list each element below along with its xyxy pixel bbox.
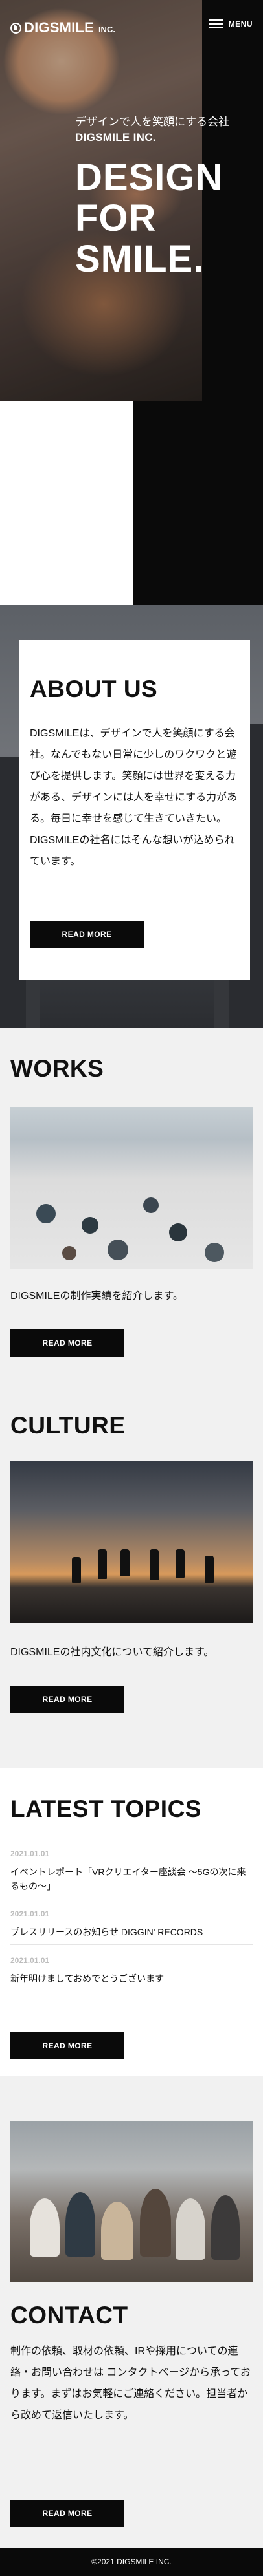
hero-section: DIGSMILE INC. MENU デザインで人を笑顔にする会社 DIGSMI… — [0, 0, 263, 605]
culture-title: CULTURE — [10, 1412, 126, 1439]
hamburger-icon — [209, 19, 223, 28]
works-read-more-button[interactable]: READ MORE — [10, 1329, 124, 1357]
contact-title: CONTACT — [10, 2302, 128, 2328]
works-title: WORKS — [10, 1055, 104, 1082]
contact-text: 制作の依頼、取材の依頼、IRや採用についての連絡・お問い合わせは コンタクトペー… — [10, 2346, 251, 2421]
works-photo — [10, 1107, 253, 1269]
hero-copy: デザインで人を笑顔にする会社 DIGSMILE INC. DESIGN FOR … — [75, 114, 263, 279]
topic-item[interactable]: 2021.01.01 プレスリリースのお知らせ DIGGIN' RECORDS — [10, 1909, 253, 1939]
person-figure — [82, 1217, 98, 1234]
hero-headline: DESIGN FOR SMILE. — [75, 157, 263, 279]
topic-title: プレスリリースのお知らせ DIGGIN' RECORDS — [10, 1927, 203, 1937]
divider — [10, 1944, 253, 1945]
person-figure — [108, 1240, 128, 1260]
menu-label: MENU — [228, 19, 253, 28]
logo-suffix: INC. — [98, 25, 115, 34]
about-read-more-button[interactable]: READ MORE — [30, 921, 144, 948]
hero-headline-line: DESIGN — [75, 156, 223, 199]
person-figure — [62, 1246, 76, 1260]
topic-item[interactable]: 2021.01.01 イベントレポート「VRクリエイター座談会 〜5Gの次に来る… — [10, 1849, 253, 1893]
culture-photo — [10, 1461, 253, 1623]
topic-title: イベントレポート「VRクリエイター座談会 〜5Gの次に来るもの〜」 — [10, 1867, 246, 1891]
menu-button[interactable]: MENU — [209, 19, 253, 28]
person-figure — [143, 1197, 159, 1213]
person-figure — [176, 2198, 205, 2260]
person-figure — [101, 2202, 133, 2260]
site-footer: ©2021 DIGSMILE INC. — [0, 2548, 263, 2576]
about-text: DIGSMILEは、デザインで人を笑顔にする会社。なんでもない日常に少しのワクワ… — [30, 728, 238, 867]
person-silhouette — [176, 1549, 185, 1578]
copyright-text: ©2021 DIGSMILE INC. — [91, 2557, 172, 2566]
topics-title: LATEST TOPICS — [10, 1796, 201, 1822]
site-header: DIGSMILE INC. MENU — [0, 0, 263, 56]
hero-tagline: デザインで人を笑顔にする会社 — [75, 116, 230, 128]
person-silhouette — [150, 1549, 159, 1580]
contact-photo — [10, 2121, 253, 2282]
about-card: ABOUT US DIGSMILEは、デザインで人を笑顔にする会社。なんでもない… — [19, 640, 250, 980]
person-silhouette — [72, 1557, 81, 1583]
site-logo[interactable]: DIGSMILE INC. — [10, 19, 115, 36]
topic-title: 新年明けましておめでとうございます — [10, 1973, 165, 1984]
culture-desc: DIGSMILEの社内文化について紹介します。 — [10, 1647, 214, 1658]
topics-read-more-button[interactable]: READ MORE — [10, 2032, 124, 2059]
person-figure — [205, 1243, 224, 1262]
about-title: ABOUT US — [30, 676, 158, 702]
hero-black-block — [133, 401, 263, 605]
topics-section: LATEST TOPICS 2021.01.01 イベントレポート「VRクリエイ… — [0, 1768, 263, 2076]
culture-read-more-button[interactable]: READ MORE — [10, 1686, 124, 1713]
contact-read-more-button[interactable]: READ MORE — [10, 2500, 124, 2527]
contact-section: CONTACT 制作の依頼、取材の依頼、IRや採用についての連絡・お問い合わせは… — [0, 2076, 263, 2548]
hero-company: DIGSMILE INC. — [75, 131, 156, 144]
person-figure — [211, 2195, 240, 2260]
topic-date: 2021.01.01 — [10, 1956, 50, 1965]
person-figure — [65, 2192, 95, 2257]
topic-item[interactable]: 2021.01.01 新年明けましておめでとうございます — [10, 1956, 253, 1986]
works-desc: DIGSMILEの制作実績を紹介します。 — [10, 1291, 183, 1302]
person-figure — [30, 2198, 60, 2257]
about-section: ABOUT US DIGSMILEは、デザインで人を笑顔にする会社。なんでもない… — [0, 605, 263, 1028]
person-figure — [169, 1223, 187, 1241]
hero-headline-line: FOR — [75, 197, 157, 239]
topic-date: 2021.01.01 — [10, 1849, 50, 1858]
person-figure — [140, 2189, 171, 2257]
person-figure — [36, 1204, 56, 1223]
person-silhouette — [98, 1549, 107, 1579]
person-silhouette — [205, 1556, 214, 1583]
works-section: WORKS DIGSMILEの制作実績を紹介します。 READ MORE CUL… — [0, 1028, 263, 1768]
page: DIGSMILE INC. MENU デザインで人を笑顔にする会社 DIGSMI… — [0, 0, 263, 2576]
topic-date: 2021.01.01 — [10, 1909, 50, 1918]
person-silhouette — [120, 1549, 130, 1576]
logo-text: DIGSMILE — [24, 19, 94, 36]
logo-mark-icon — [10, 22, 21, 34]
hero-headline-line: SMILE. — [75, 238, 205, 280]
